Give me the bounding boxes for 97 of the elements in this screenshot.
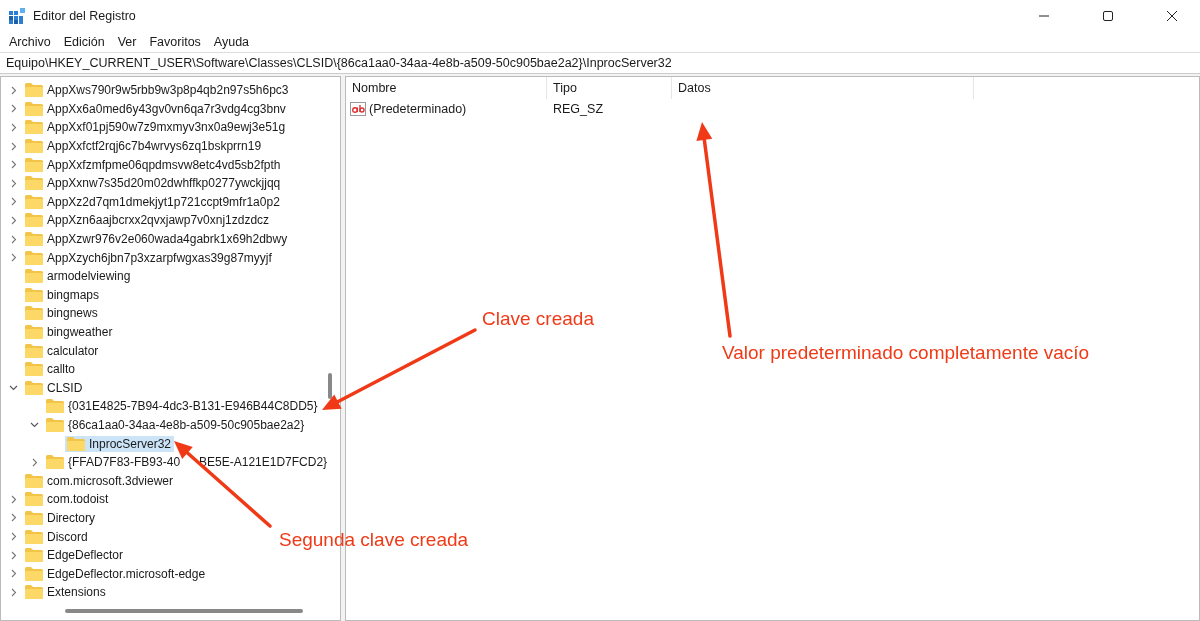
tree-item[interactable]: AppXws790r9w5rbb9w3p8p4qb2n97s5h6pc3 [23, 82, 292, 99]
menu-item[interactable]: Favoritos [149, 35, 201, 49]
close-icon[interactable] [1166, 10, 1178, 22]
annotation-label: Clave creada [482, 308, 594, 330]
horizontal-scrollbar[interactable] [65, 609, 303, 613]
string-value-icon [350, 102, 366, 116]
folder-icon [25, 139, 43, 154]
menu-item[interactable]: Edición [63, 35, 105, 49]
folder-icon [25, 325, 43, 339]
tree-item[interactable]: {FFAD7F83-FB93-40 [44, 454, 184, 471]
column-header[interactable]: Tipo [547, 77, 672, 99]
tree-item[interactable]: com.todoist [23, 491, 112, 508]
tree-item[interactable]: armodelviewing [23, 268, 134, 285]
expand-chevron-icon[interactable] [9, 215, 18, 225]
expand-chevron-icon[interactable] [9, 532, 18, 542]
folder-icon [25, 362, 43, 377]
folder-icon [25, 380, 43, 395]
folder-icon [67, 436, 85, 451]
tree-item[interactable]: AppXzwr976v2e060wada4gabrk1x69h2dbwy [23, 231, 291, 248]
tree-item[interactable]: bingmaps [23, 286, 103, 303]
tree-item[interactable]: AppXxf01pj590w7z9mxmyv3nx0a9ewj3e51g [23, 119, 289, 136]
tree-item[interactable]: AppXzn6aajbcrxx2qvxjawp7v0xnj1zdzdcz [23, 212, 273, 229]
folder-icon [25, 157, 43, 172]
table-cell-text: REG_SZ [552, 102, 604, 116]
tree-item[interactable]: Extensions [23, 584, 109, 601]
tree-item[interactable]: {031E4825-7B94-4dc3-B131-E946B44C8DD5} [44, 398, 321, 415]
expand-chevron-icon[interactable] [9, 85, 18, 95]
expand-chevron-icon[interactable] [9, 513, 18, 523]
folder-icon [46, 399, 64, 414]
tree-item[interactable]: Directory [23, 509, 98, 526]
annotation-label: Segunda clave creada [279, 529, 469, 551]
folder-icon [25, 566, 43, 581]
folder-icon [25, 306, 43, 321]
tree-item[interactable]: AppXx6a0med6y43gv0vn6qa7r3vdg4cg3bnv [23, 100, 289, 117]
tree-item[interactable]: AppXzych6jbn7p3xzarpfwgxas39g87myyjf [23, 249, 275, 266]
vertical-scrollbar[interactable] [328, 373, 332, 399]
folder-icon [25, 269, 43, 284]
expand-chevron-icon[interactable] [9, 104, 18, 114]
folder-icon [25, 548, 43, 563]
expand-chevron-icon[interactable] [9, 123, 18, 132]
folder-icon [25, 510, 43, 525]
expand-chevron-icon[interactable] [30, 457, 39, 467]
folder-icon [25, 492, 43, 507]
address-bar[interactable]: Equipo\HKEY_CURRENT_USER\Software\Classes\CLSID\{86ca1aa0-34aa-4e8b-a509-50c905bae2a2}\InprocServer32 [0, 52, 1200, 74]
expand-chevron-icon[interactable] [9, 550, 18, 560]
tree-item[interactable]: AppXz2d7qm1dmekjyt1p721ccpt9mfr1a0p2 [23, 193, 283, 210]
tree-item[interactable]: callto [23, 361, 78, 378]
tree-item[interactable]: Discord [23, 528, 91, 545]
tree-item[interactable]: {86ca1aa0-34aa-4e8b-a509-50c905bae2a2} [44, 417, 308, 433]
tree-item[interactable]: calculator [23, 342, 102, 359]
expand-chevron-icon[interactable] [9, 197, 18, 207]
expand-chevron-icon[interactable] [9, 569, 18, 579]
column-header[interactable]: Datos [672, 77, 974, 99]
tree-item[interactable]: bingnews [23, 305, 101, 322]
expand-chevron-icon[interactable] [9, 253, 18, 263]
tree-item[interactable]: InprocServer32 [65, 435, 175, 452]
menu-item[interactable]: Ayuda [213, 35, 250, 49]
expand-chevron-icon[interactable] [9, 494, 18, 504]
expand-chevron-icon[interactable] [9, 234, 18, 244]
menu-item[interactable]: Ver [117, 35, 137, 49]
tree-item[interactable]: AppXxfctf2rqj6c7b4wrvys6zq1bskprrn19 [23, 138, 265, 155]
folder-icon [25, 120, 43, 135]
tree-item[interactable]: bingweather [23, 324, 116, 340]
folder-icon [25, 232, 43, 247]
folder-icon [25, 213, 43, 228]
column-header[interactable]: Nombre [346, 77, 547, 99]
maximize-icon[interactable] [1102, 10, 1114, 22]
tree-item[interactable]: com.microsoft.3dviewer [23, 472, 177, 489]
folder-icon [46, 418, 64, 432]
folder-icon [25, 101, 43, 116]
folder-icon [25, 176, 43, 191]
folder-icon [25, 343, 43, 358]
folder-icon [25, 529, 43, 544]
folder-icon [25, 194, 43, 209]
window-title: Editor del Registro [33, 9, 136, 23]
expand-chevron-icon[interactable] [9, 178, 18, 188]
tree-item[interactable]: AppXxfzmfpme06qpdmsvw8etc4vd5sb2fpth [23, 156, 284, 173]
expand-chevron-icon[interactable] [9, 141, 18, 151]
folder-icon [46, 455, 64, 470]
table-cell: (Predeterminado) [346, 102, 547, 116]
annotation-label: Valor predeterminado completamente vacío [722, 342, 1090, 364]
tree-item[interactable]: EdgeDeflector [23, 547, 127, 564]
folder-icon [25, 585, 43, 600]
tree-item-text: BE5E-A121E1D7FCD2} [199, 455, 328, 470]
folder-icon [25, 287, 43, 302]
folder-icon [25, 83, 43, 98]
expand-chevron-icon[interactable] [9, 160, 18, 170]
folder-icon [25, 473, 43, 488]
collapse-chevron-icon[interactable] [9, 383, 18, 393]
tree-item[interactable]: EdgeDeflector.microsoft-edge [23, 565, 209, 582]
collapse-chevron-icon[interactable] [30, 420, 39, 430]
tree-item[interactable]: CLSID [23, 379, 86, 396]
folder-icon [25, 250, 43, 265]
menu-item[interactable]: Archivo [9, 35, 51, 49]
tree-item[interactable]: AppXxnw7s35d20m02dwhffkp0277ywckjjqq [23, 175, 284, 192]
registry-icon [9, 8, 25, 24]
expand-chevron-icon[interactable] [9, 587, 18, 597]
